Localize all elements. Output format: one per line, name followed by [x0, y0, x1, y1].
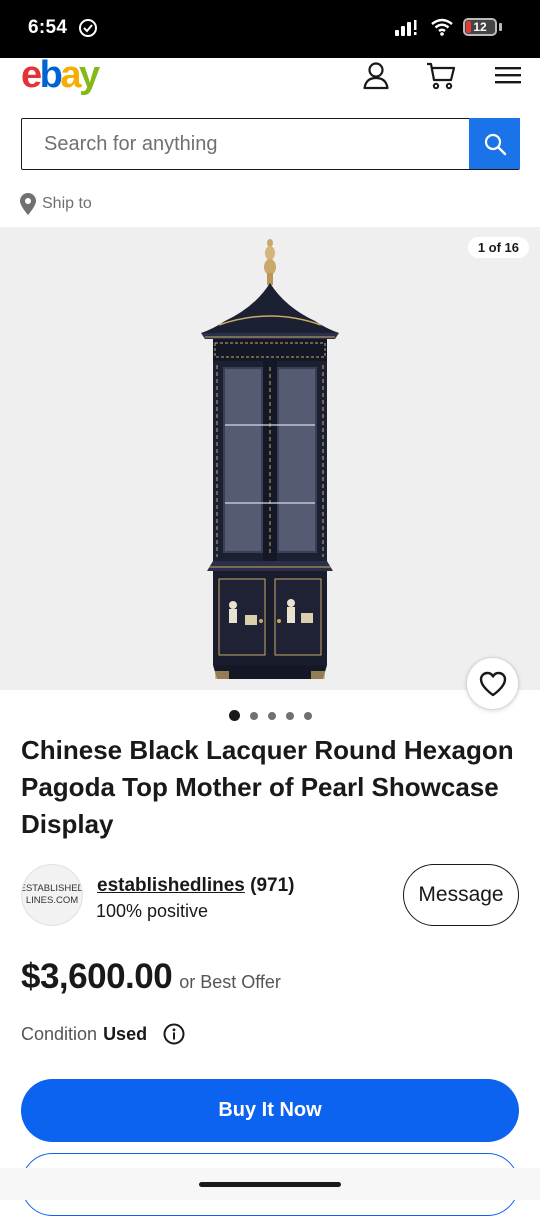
search-input[interactable]	[22, 119, 469, 169]
ebay-logo[interactable]: ebay	[21, 54, 100, 97]
buy-it-now-button[interactable]: Buy It Now	[21, 1079, 519, 1142]
seller-info: ESTABLISHED LINES.COM establishedlines (…	[21, 864, 519, 928]
menu-icon[interactable]	[493, 60, 523, 90]
best-offer-label: or Best Offer	[179, 972, 281, 992]
ship-to-link[interactable]: Ship to	[20, 193, 92, 215]
listing-price: $3,600.00	[21, 957, 173, 996]
seller-positive-rating: 100% positive	[96, 901, 209, 921]
seller-avatar[interactable]: ESTABLISHED LINES.COM	[21, 864, 83, 926]
message-seller-button[interactable]: Message	[403, 864, 519, 926]
status-indicators: 12	[395, 18, 502, 36]
status-time: 6:54	[28, 17, 68, 38]
seller-feedback-count: (971)	[250, 875, 295, 896]
pagination-dot[interactable]	[268, 711, 276, 720]
battery-icon: 12	[463, 18, 497, 36]
search-bar	[21, 118, 520, 170]
product-image[interactable]	[195, 237, 345, 679]
watchlist-button[interactable]	[466, 657, 519, 710]
location-pin-icon	[20, 193, 36, 215]
search-button[interactable]	[469, 118, 520, 169]
app-header: ebay	[0, 54, 540, 104]
sync-icon	[79, 19, 97, 37]
gallery-pagination	[229, 710, 312, 721]
seller-username: establishedlines	[97, 875, 245, 896]
ship-to-label: Ship to	[42, 195, 92, 212]
seller-name-link[interactable]: establishedlines (971)	[97, 875, 294, 897]
image-counter: 1 of 16	[467, 237, 529, 258]
battery-level: 12	[473, 20, 487, 34]
pagination-dot[interactable]	[250, 711, 258, 720]
heart-icon	[479, 671, 506, 696]
condition-label: Condition	[21, 1023, 98, 1044]
price-row: $3,600.00 or Best Offer	[21, 957, 281, 997]
user-icon[interactable]	[361, 60, 391, 90]
cart-icon[interactable]	[426, 60, 456, 90]
image-gallery[interactable]: 1 of 16	[0, 227, 540, 690]
condition-value: Used	[103, 1023, 148, 1044]
wifi-icon	[431, 18, 453, 36]
info-icon[interactable]	[163, 1023, 185, 1045]
pagination-dot[interactable]	[286, 711, 294, 720]
cellular-signal-icon	[395, 20, 417, 36]
pagination-dot[interactable]	[304, 711, 312, 720]
listing-title: Chinese Black Lacquer Round Hexagon Pago…	[21, 735, 514, 839]
status-bar: 6:54 12	[0, 0, 540, 58]
pagination-dot[interactable]	[229, 710, 240, 721]
search-icon	[484, 133, 506, 155]
condition-row: Condition Used	[21, 1023, 185, 1045]
home-indicator[interactable]	[199, 1182, 341, 1187]
